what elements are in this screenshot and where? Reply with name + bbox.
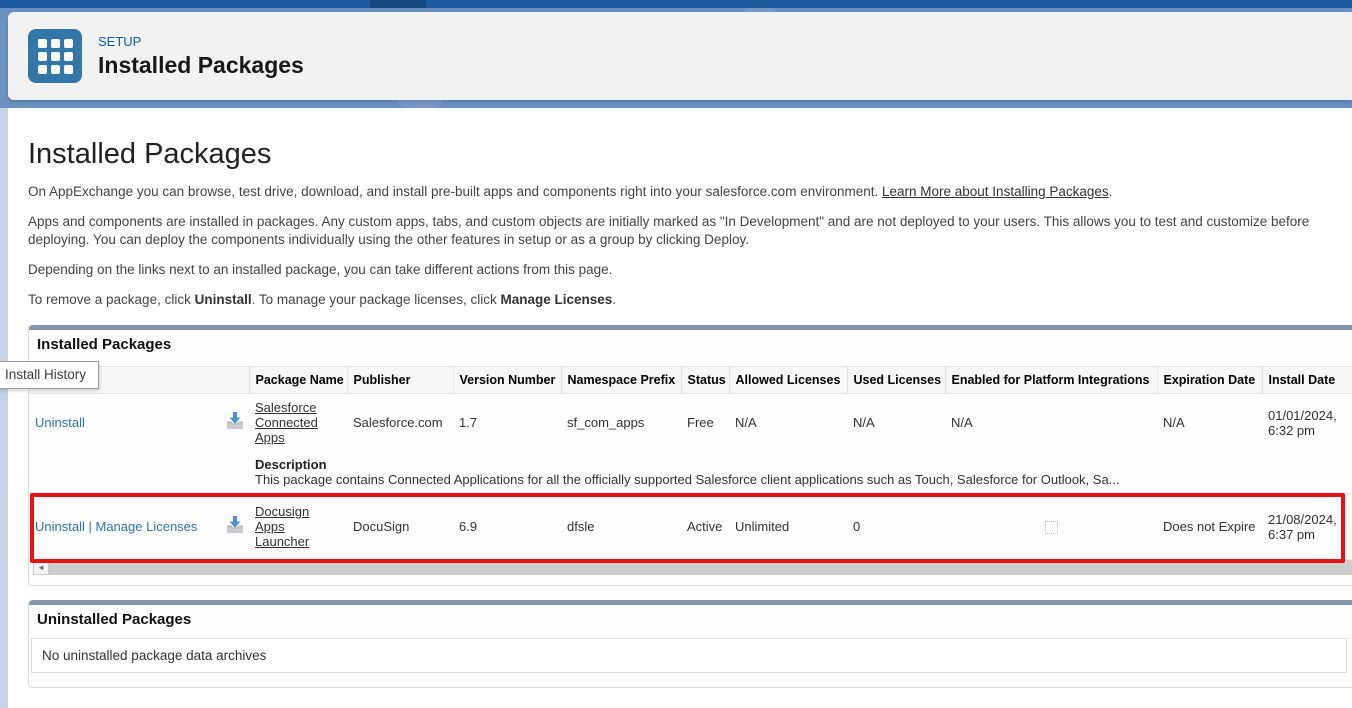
col-publisher: Publisher (347, 367, 453, 394)
package-name-link[interactable]: Salesforce Connected Apps (255, 400, 318, 445)
publisher-cell: Salesforce.com (347, 394, 453, 452)
setup-header-card: SETUP Installed Packages (8, 12, 1352, 100)
table-row: Uninstall | Manage Licenses (29, 494, 1352, 560)
action-separator: | (88, 519, 91, 534)
install-history-tooltip: Install History (0, 361, 99, 389)
col-namespace-prefix: Namespace Prefix (561, 367, 681, 394)
setup-grid-icon (28, 29, 82, 83)
used-licenses-cell: 0 (847, 494, 945, 560)
package-row-docusign-apps-launcher: Uninstall | Manage Licenses (29, 494, 1352, 560)
allowed-licenses-cell: N/A (729, 394, 847, 452)
col-allowed-licenses: Allowed Licenses (729, 367, 847, 394)
allowed-licenses-cell: Unlimited (729, 494, 847, 560)
used-licenses-cell: N/A (847, 394, 945, 452)
top-strip (0, 0, 1352, 8)
namespace-cell: sf_com_apps (561, 394, 681, 452)
col-status: Status (681, 367, 729, 394)
publisher-cell: DocuSign (347, 494, 453, 560)
remove-text-2: . To manage your package licenses, click (252, 292, 501, 307)
enabled-platform-checkbox[interactable] (1045, 521, 1058, 534)
package-name-link[interactable]: Docusign Apps Launcher (255, 504, 309, 549)
expiration-date-cell: N/A (1157, 394, 1262, 452)
table-row: Uninstall Salesforce Connected Apps (29, 394, 1352, 452)
actions-info-paragraph: Depending on the links next to an instal… (28, 261, 1348, 279)
enabled-platform-cell (945, 494, 1157, 560)
uninstalled-packages-empty-message: No uninstalled package data archives (31, 638, 1347, 673)
uninstall-link[interactable]: Uninstall (35, 519, 85, 534)
install-date-cell: 21/08/2024, 6:37 pm (1262, 494, 1352, 560)
col-version-number: Version Number (453, 367, 561, 394)
download-package-icon[interactable] (225, 412, 245, 433)
version-cell: 6.9 (453, 494, 561, 560)
remove-text-3: . (612, 292, 616, 307)
download-package-icon[interactable] (225, 516, 245, 537)
manage-licenses-link[interactable]: Manage Licenses (96, 519, 198, 534)
installed-packages-table-container: Package Name Publisher Version Number Na… (29, 366, 1352, 560)
intro-paragraph: On AppExchange you can browse, test driv… (28, 183, 1348, 201)
col-package-name: Package Name (249, 367, 347, 394)
install-date-cell: 01/01/2024, 6:32 pm (1262, 394, 1352, 452)
setup-label: SETUP (98, 34, 304, 49)
intro-text-end: . (1109, 184, 1113, 199)
col-used-licenses: Used Licenses (847, 367, 945, 394)
col-expiration-date: Expiration Date (1157, 367, 1262, 394)
status-cell: Active (681, 494, 729, 560)
uninstalled-packages-panel: Uninstalled Packages No uninstalled pack… (28, 600, 1352, 688)
setup-header-band: SETUP Installed Packages (0, 8, 1352, 108)
enabled-platform-cell: N/A (945, 394, 1157, 452)
description-row: Description This package contains Connec… (29, 451, 1352, 494)
main-content: Installed Packages On AppExchange you ca… (8, 108, 1352, 708)
description-label: Description (255, 457, 1352, 472)
version-cell: 1.7 (453, 394, 561, 452)
expiration-date-cell: Does not Expire (1157, 494, 1262, 560)
scrollbar-track[interactable] (49, 560, 1352, 575)
packages-info-paragraph: Apps and components are installed in pac… (28, 213, 1348, 249)
namespace-cell: dfsle (561, 494, 681, 560)
horizontal-scrollbar[interactable]: ◄ (33, 560, 1352, 575)
intro-text: On AppExchange you can browse, test driv… (28, 184, 882, 199)
col-enabled-platform-integrations: Enabled for Platform Integrations (945, 367, 1157, 394)
table-header-row: Package Name Publisher Version Number Na… (29, 367, 1352, 394)
col-install-date: Install Date (1262, 367, 1352, 394)
package-row-salesforce-connected-apps: Uninstall Salesforce Connected Apps (29, 394, 1352, 494)
description-text: This package contains Connected Applicat… (255, 472, 1120, 487)
remove-text-1: To remove a package, click (28, 292, 195, 307)
scroll-left-arrow-icon[interactable]: ◄ (33, 560, 49, 575)
installed-packages-table: Package Name Publisher Version Number Na… (29, 366, 1352, 560)
uninstall-link[interactable]: Uninstall (35, 415, 85, 430)
uninstall-bold: Uninstall (195, 292, 252, 307)
setup-page-title: Installed Packages (98, 52, 304, 79)
remove-info-paragraph: To remove a package, click Uninstall. To… (28, 291, 1348, 309)
manage-licenses-bold: Manage Licenses (500, 292, 612, 307)
uninstalled-packages-panel-title: Uninstalled Packages (29, 605, 1352, 638)
status-cell: Free (681, 394, 729, 452)
page-title: Installed Packages (28, 138, 1352, 171)
installed-packages-panel: Installed Packages Package Name Publishe… (28, 325, 1352, 586)
top-bar-shadow (370, 0, 426, 8)
installed-packages-panel-title: Installed Packages (29, 330, 1352, 366)
learn-more-link[interactable]: Learn More about Installing Packages (882, 184, 1109, 199)
